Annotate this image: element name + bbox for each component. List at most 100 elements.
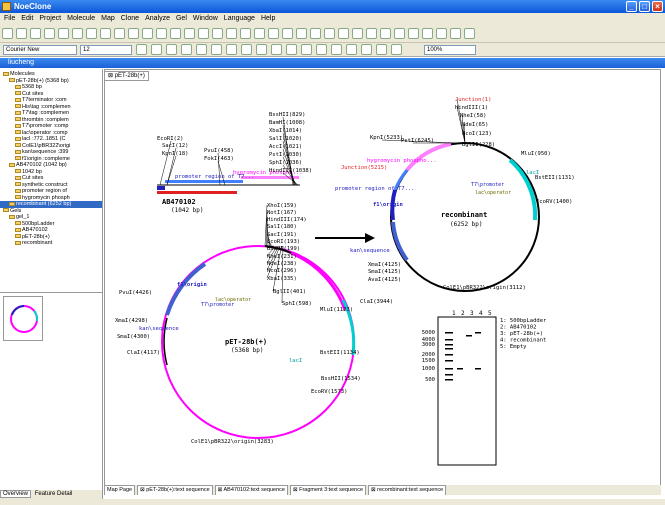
format-button[interactable] <box>316 44 327 55</box>
format-button[interactable] <box>241 44 252 55</box>
toolbar-button[interactable] <box>128 28 139 39</box>
site-label: 1000 <box>422 366 435 372</box>
menu-item-file[interactable]: File <box>4 15 15 22</box>
map-label: (6252 bp) <box>450 221 483 228</box>
toolbar-button[interactable] <box>30 28 41 39</box>
menu-item-language[interactable]: Language <box>224 15 255 22</box>
menu-item-analyze[interactable]: Analyze <box>145 15 170 22</box>
font-select[interactable]: Courier New <box>3 45 77 55</box>
site-label: 2: AB470102 <box>500 325 536 331</box>
format-button[interactable] <box>376 44 387 55</box>
toolbar-button[interactable] <box>422 28 433 39</box>
toolbar-button[interactable] <box>2 28 13 39</box>
toolbar-button[interactable] <box>366 28 377 39</box>
toolbar-button[interactable] <box>394 28 405 39</box>
toolbar-button[interactable] <box>170 28 181 39</box>
map-label: kan\sequence <box>139 326 179 332</box>
maximize-button[interactable]: □ <box>639 1 650 12</box>
zoom-select[interactable]: 100% <box>424 45 476 55</box>
format-button[interactable] <box>196 44 207 55</box>
map-canvas[interactable]: promoter region of T7... hygromycin phos… <box>104 69 661 495</box>
site-label: 1 <box>452 310 456 317</box>
format-button[interactable] <box>226 44 237 55</box>
font-size-select[interactable]: 12 <box>80 45 132 55</box>
toolbar-button[interactable] <box>380 28 391 39</box>
map-label: AB470102 <box>162 198 196 206</box>
folder-icon <box>15 117 21 122</box>
tab-pet28b[interactable]: ⊠ pET-28b(+) <box>104 71 149 81</box>
menu-item-window[interactable]: Window <box>193 15 218 22</box>
close-button[interactable]: × <box>652 1 663 12</box>
toolbar-button[interactable] <box>464 28 475 39</box>
menu-item-clone[interactable]: Clone <box>121 15 139 22</box>
tree-node[interactable]: recombinant <box>0 240 102 247</box>
molecule-tree[interactable]: Molecules pET-28b(+) (5368 bp) 5368 bp Cut … <box>0 69 102 290</box>
toolbar-button[interactable] <box>226 28 237 39</box>
tab-feature-detail[interactable]: Feature Detail <box>33 491 75 497</box>
format-button[interactable] <box>166 44 177 55</box>
site-label: SalI(180) <box>267 224 297 230</box>
format-button[interactable] <box>286 44 297 55</box>
toolbar-button[interactable] <box>240 28 251 39</box>
site-label: 1500 <box>422 358 435 364</box>
site-label: BstEII(1131) <box>535 175 575 181</box>
menu-item-map[interactable]: Map <box>101 15 115 22</box>
folder-icon <box>15 91 21 96</box>
toolbar-button[interactable] <box>58 28 69 39</box>
overview-thumbnail[interactable] <box>3 296 43 341</box>
toolbar-button[interactable] <box>324 28 335 39</box>
pet28b-map[interactable]: pET-28b(+) (5368 bp) f1\origin kan\seque… <box>115 203 361 445</box>
format-button[interactable] <box>361 44 372 55</box>
bottom-tab[interactable]: ⊠ Fragment 3:text sequence <box>289 485 367 495</box>
toolbar-button[interactable] <box>282 28 293 39</box>
format-button[interactable] <box>256 44 267 55</box>
menu-item-molecule[interactable]: Molecule <box>67 15 95 22</box>
minimize-button[interactable]: _ <box>626 1 637 12</box>
toolbar-button[interactable] <box>16 28 27 39</box>
toolbar-button[interactable] <box>296 28 307 39</box>
toolbar-button[interactable] <box>44 28 55 39</box>
site-label: SphI(598) <box>282 301 312 307</box>
toolbar-button[interactable] <box>86 28 97 39</box>
bottom-tab[interactable]: ⊠ AB470102:text sequence <box>214 485 288 495</box>
toolbar-button[interactable] <box>352 28 363 39</box>
toolbar-button[interactable] <box>338 28 349 39</box>
bottom-tab[interactable]: ⊠ recombinant:text sequence <box>368 485 447 495</box>
tab-overview[interactable]: Overview <box>0 490 32 498</box>
format-button[interactable] <box>346 44 357 55</box>
toolbar-button[interactable] <box>100 28 111 39</box>
toolbar-button[interactable] <box>184 28 195 39</box>
toolbar-button[interactable] <box>268 28 279 39</box>
bottom-tab[interactable]: ⊠ pET-28b(+):text sequence <box>137 485 213 495</box>
format-button[interactable] <box>271 44 282 55</box>
format-button[interactable] <box>301 44 312 55</box>
toolbar-button[interactable] <box>254 28 265 39</box>
format-button[interactable] <box>181 44 192 55</box>
toolbar-button[interactable] <box>72 28 83 39</box>
bottom-tab[interactable]: Map Page <box>104 485 136 495</box>
toolbar-button[interactable] <box>198 28 209 39</box>
menu-item-help[interactable]: Help <box>261 15 275 22</box>
toolbar-button[interactable] <box>212 28 223 39</box>
gel-image[interactable]: 12345 500040003000200015001000500 1: 500… <box>422 310 547 466</box>
toolbar-button[interactable] <box>408 28 419 39</box>
site-label: MluI(950) <box>521 151 551 157</box>
toolbar-button[interactable] <box>156 28 167 39</box>
toolbar-button[interactable] <box>436 28 447 39</box>
toolbar-button[interactable] <box>114 28 125 39</box>
format-button[interactable] <box>151 44 162 55</box>
toolbar-button[interactable] <box>450 28 461 39</box>
recombinant-map[interactable]: recombinant (6252 bp) hygromycin phospho… <box>335 97 575 305</box>
toolbar-button[interactable] <box>142 28 153 39</box>
menu-item-gel[interactable]: Gel <box>176 15 187 22</box>
menu-item-edit[interactable]: Edit <box>21 15 33 22</box>
ab470102-map[interactable]: promoter region of T7... hygromycin phos… <box>157 112 312 214</box>
format-button[interactable] <box>331 44 342 55</box>
site-label: BamHI(1008) <box>269 120 305 126</box>
toolbar-button[interactable] <box>310 28 321 39</box>
format-button[interactable] <box>136 44 147 55</box>
map-label: promoter region of T7... <box>335 186 414 192</box>
menu-item-project[interactable]: Project <box>39 15 61 22</box>
format-button[interactable] <box>391 44 402 55</box>
format-button[interactable] <box>211 44 222 55</box>
